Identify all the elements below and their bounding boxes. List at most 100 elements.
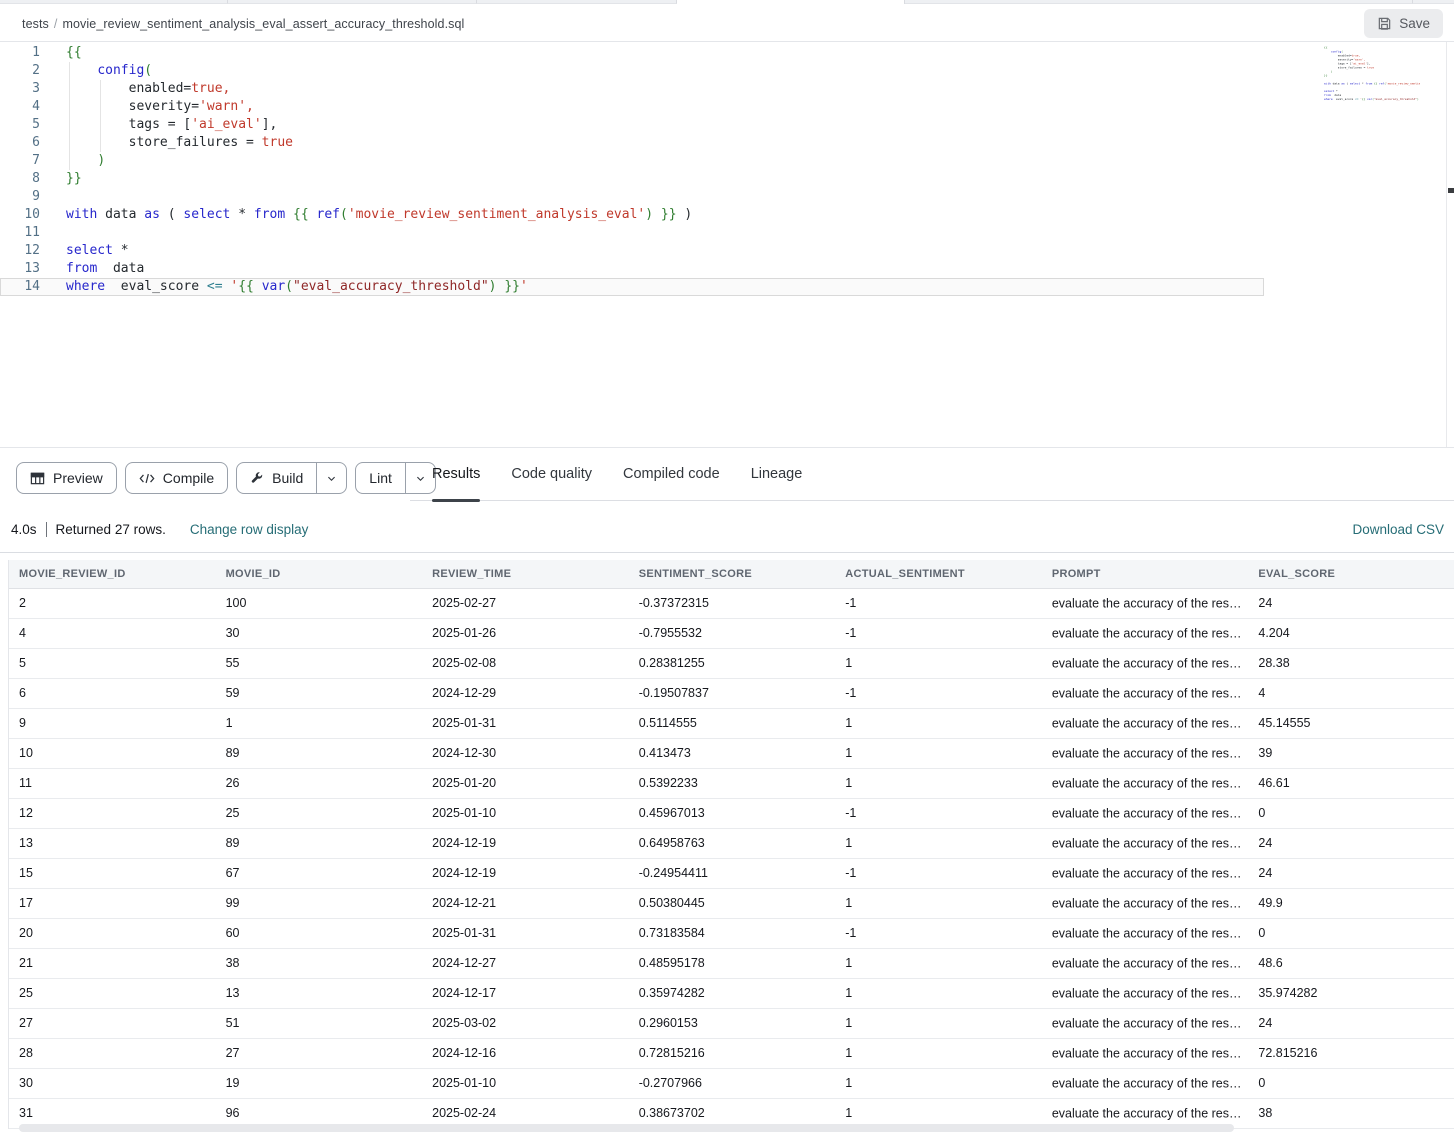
expand-prompt-button[interactable] bbox=[1246, 1016, 1249, 1030]
expand-prompt-button[interactable] bbox=[1246, 866, 1249, 880]
breadcrumb-folder[interactable]: tests bbox=[22, 17, 49, 31]
expand-prompt-button[interactable] bbox=[1246, 686, 1249, 700]
cell-prompt: evaluate the accuracy of the res… bbox=[1042, 828, 1249, 858]
download-csv-link[interactable]: Download CSV bbox=[1352, 522, 1444, 537]
code-token: }} bbox=[661, 207, 677, 222]
chevron-right-icon bbox=[1246, 927, 1249, 937]
code-line[interactable]: 5 tags = ['ai_eval'], bbox=[0, 116, 1394, 134]
minimap[interactable]: {{ config( enabled=true, severity='warn'… bbox=[1324, 46, 1420, 442]
expand-prompt-button[interactable] bbox=[1246, 656, 1249, 670]
code-line[interactable]: 11 bbox=[0, 224, 1394, 242]
indent-guide bbox=[69, 116, 70, 134]
code-token: ) bbox=[645, 207, 653, 222]
code-line-current[interactable]: 14where eval_score <= '{{ var("eval_accu… bbox=[0, 278, 1264, 296]
expand-prompt-button[interactable] bbox=[1246, 716, 1249, 730]
column-header-movie_id[interactable]: MOVIE_ID bbox=[216, 560, 423, 588]
lint-button-main[interactable]: Lint bbox=[356, 463, 405, 493]
cell-movie_id: 30 bbox=[216, 618, 423, 648]
expand-prompt-button[interactable] bbox=[1246, 956, 1249, 970]
expand-prompt-button[interactable] bbox=[1246, 1046, 1249, 1060]
code-token: as bbox=[144, 207, 160, 222]
code-token: true, bbox=[191, 81, 230, 96]
table-row: 6592024-12-29-0.19507837-1evaluate the a… bbox=[9, 678, 1454, 708]
code-line[interactable]: 4 severity='warn', bbox=[0, 98, 1394, 116]
preview-button[interactable]: Preview bbox=[16, 462, 117, 494]
code-line[interactable]: 13from data bbox=[0, 260, 1394, 278]
compile-button-main[interactable]: Compile bbox=[126, 463, 227, 493]
results-status-bar: 4.0s Returned 27 rows. Change row displa… bbox=[0, 507, 1454, 553]
indent-guide bbox=[69, 62, 70, 80]
cell-movie_id: 27 bbox=[216, 1038, 423, 1068]
code-line[interactable]: 1{{ bbox=[0, 44, 1394, 62]
code-lines: 1{{2 config(3 enabled=true,4 severity='w… bbox=[0, 44, 1394, 296]
cell-sentiment_score: 0.72815216 bbox=[629, 1038, 836, 1068]
preview-button-main[interactable]: Preview bbox=[17, 463, 116, 493]
expand-prompt-button[interactable] bbox=[1246, 986, 1249, 1000]
tab-lineage[interactable]: Lineage bbox=[751, 448, 803, 500]
expand-prompt-button[interactable] bbox=[1246, 626, 1249, 640]
cell-actual_sentiment: 1 bbox=[835, 978, 1042, 1008]
save-button[interactable]: Save bbox=[1364, 9, 1443, 38]
cell-sentiment_score: 0.48595178 bbox=[629, 948, 836, 978]
code-line-current[interactable]: where eval_score <= '{{ var("eval_accura… bbox=[1324, 97, 1420, 101]
cell-review_time: 2025-02-08 bbox=[422, 648, 629, 678]
cell-eval_score: 49.9 bbox=[1248, 888, 1454, 918]
expand-prompt-button[interactable] bbox=[1246, 1106, 1249, 1120]
save-icon bbox=[1377, 16, 1392, 31]
table-row: 912025-01-310.51145551evaluate the accur… bbox=[9, 708, 1454, 738]
cell-review_time: 2025-02-27 bbox=[422, 588, 629, 618]
expand-prompt-button[interactable] bbox=[1246, 596, 1249, 610]
code-line[interactable]: 12select * bbox=[0, 242, 1394, 260]
cell-review_time: 2025-01-10 bbox=[422, 1068, 629, 1098]
chevron-right-icon bbox=[1246, 897, 1249, 907]
cell-movie_review_id: 12 bbox=[9, 798, 216, 828]
code-line[interactable]: 6 store_failures = true bbox=[0, 134, 1394, 152]
editor-scrollbar[interactable] bbox=[1446, 42, 1447, 447]
code-line[interactable]: 10with data as ( select * from {{ ref('m… bbox=[0, 206, 1394, 224]
cell-actual_sentiment: 1 bbox=[835, 888, 1042, 918]
code-line[interactable]: 2 config( bbox=[0, 62, 1394, 80]
results-grid: MOVIE_REVIEW_IDMOVIE_IDREVIEW_TIMESENTIM… bbox=[0, 553, 1454, 1134]
code-line[interactable]: 3 enabled=true, bbox=[0, 80, 1394, 98]
expand-prompt-button[interactable] bbox=[1246, 776, 1249, 790]
tab-results[interactable]: Results bbox=[432, 448, 480, 500]
expand-prompt-button[interactable] bbox=[1246, 836, 1249, 850]
code-editor[interactable]: 1{{2 config(3 enabled=true,4 severity='w… bbox=[0, 42, 1454, 447]
cell-movie_review_id: 15 bbox=[9, 858, 216, 888]
build-button[interactable]: Build bbox=[236, 462, 347, 494]
column-header-prompt[interactable]: PROMPT bbox=[1042, 560, 1249, 588]
results-table: MOVIE_REVIEW_IDMOVIE_IDREVIEW_TIMESENTIM… bbox=[9, 560, 1454, 1129]
column-header-movie_review_id[interactable]: MOVIE_REVIEW_ID bbox=[9, 560, 216, 588]
indent-guide bbox=[100, 134, 101, 152]
expand-prompt-button[interactable] bbox=[1246, 896, 1249, 910]
expand-prompt-button[interactable] bbox=[1246, 926, 1249, 940]
expand-prompt-button[interactable] bbox=[1246, 1076, 1249, 1090]
compile-button[interactable]: Compile bbox=[125, 462, 228, 494]
code-token: {{ bbox=[238, 279, 254, 294]
cell-review_time: 2025-01-31 bbox=[422, 708, 629, 738]
change-row-display-link[interactable]: Change row display bbox=[190, 522, 309, 537]
code-line[interactable]: 8}} bbox=[0, 170, 1394, 188]
build-button-main[interactable]: Build bbox=[237, 463, 316, 493]
column-header-actual_sentiment[interactable]: ACTUAL_SENTIMENT bbox=[835, 560, 1042, 588]
tab-compiled-code[interactable]: Compiled code bbox=[623, 448, 720, 500]
cell-review_time: 2024-12-27 bbox=[422, 948, 629, 978]
build-dropdown-toggle[interactable] bbox=[316, 463, 346, 493]
expand-prompt-button[interactable] bbox=[1246, 746, 1249, 760]
horizontal-scrollbar[interactable] bbox=[19, 1124, 1234, 1132]
prompt-text: evaluate the accuracy of the res… bbox=[1052, 866, 1242, 880]
expand-prompt-button[interactable] bbox=[1246, 806, 1249, 820]
cell-actual_sentiment: 1 bbox=[835, 738, 1042, 768]
code-line[interactable]: 9 bbox=[0, 188, 1394, 206]
code-token: * bbox=[113, 243, 129, 258]
scrollbar-thumb[interactable] bbox=[1448, 188, 1454, 193]
column-header-eval_score[interactable]: EVAL_SCORE bbox=[1248, 560, 1454, 588]
chevron-right-icon bbox=[1246, 867, 1249, 877]
column-header-review_time[interactable]: REVIEW_TIME bbox=[422, 560, 629, 588]
code-line[interactable]: 7 ) bbox=[0, 152, 1394, 170]
tab-code-quality[interactable]: Code quality bbox=[511, 448, 592, 500]
cell-eval_score: 0 bbox=[1248, 798, 1454, 828]
cell-eval_score: 46.61 bbox=[1248, 768, 1454, 798]
cell-review_time: 2025-03-02 bbox=[422, 1008, 629, 1038]
column-header-sentiment_score[interactable]: SENTIMENT_SCORE bbox=[629, 560, 836, 588]
